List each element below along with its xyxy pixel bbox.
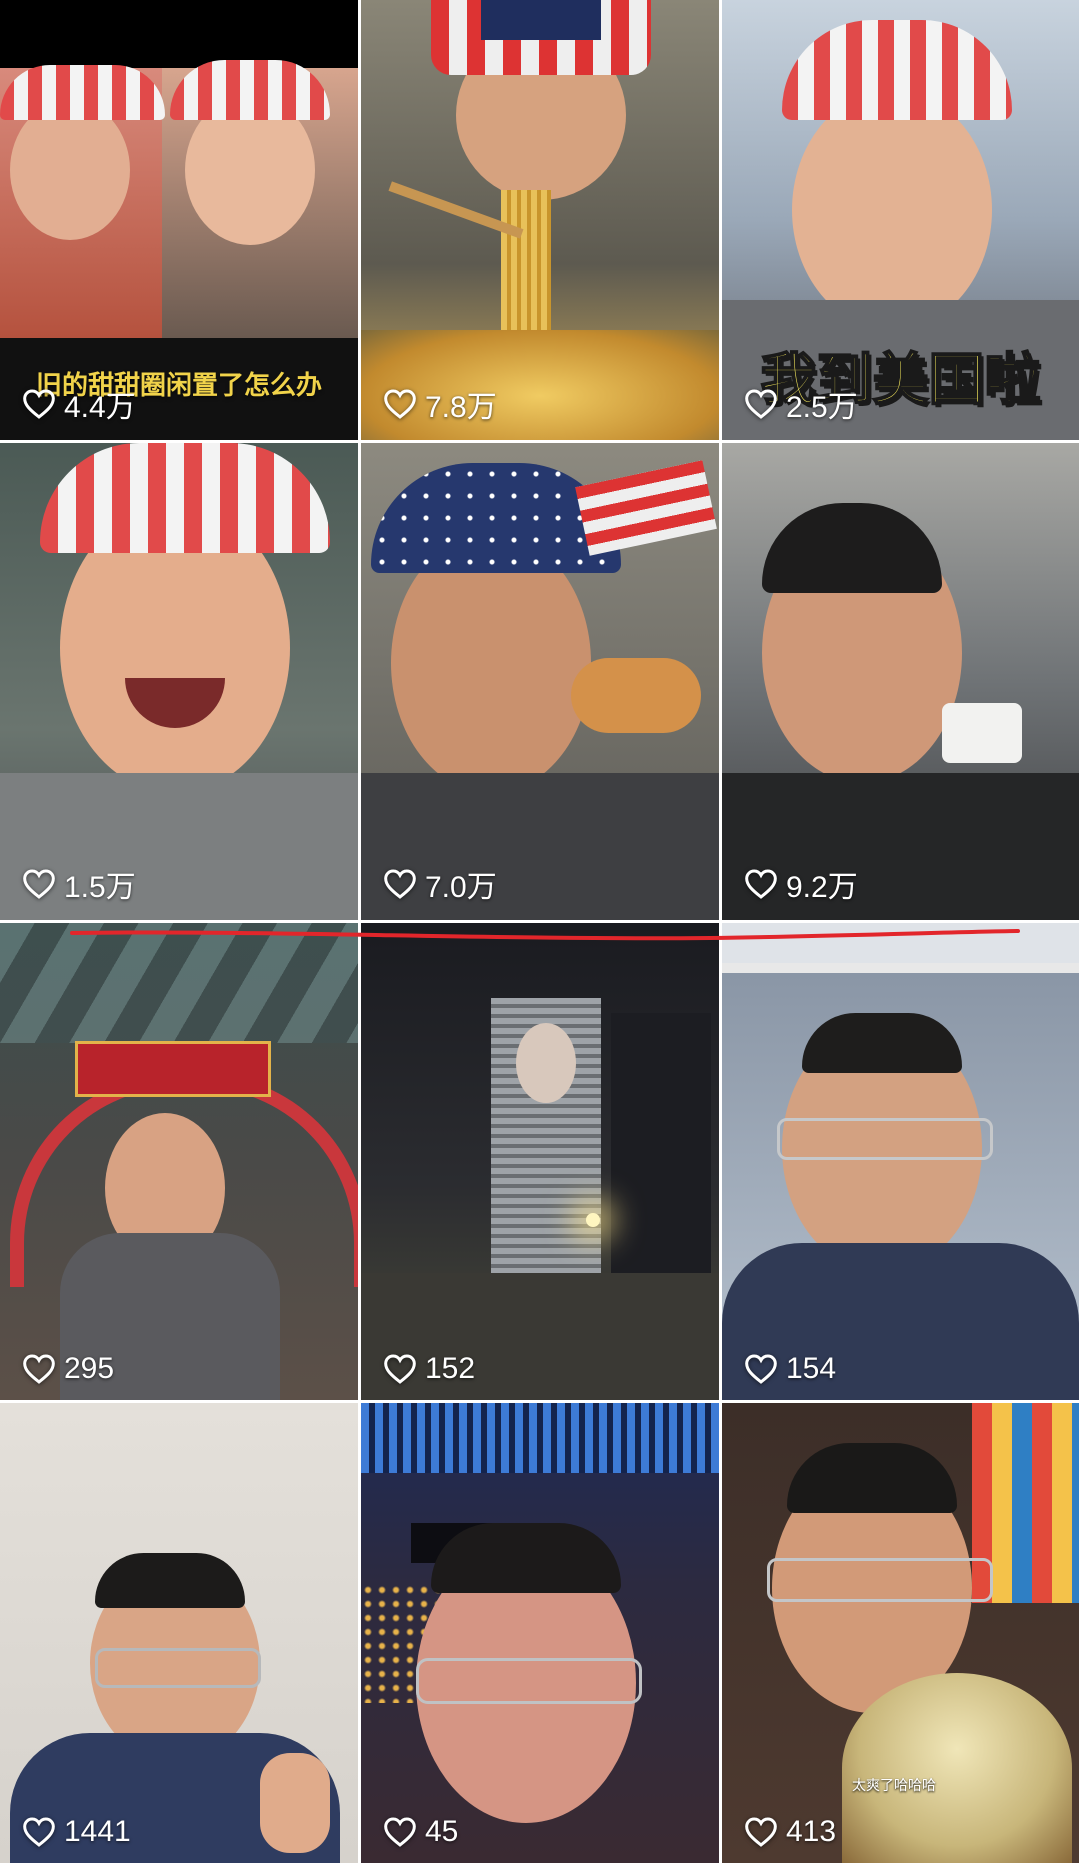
video-thumbnail [0, 443, 358, 920]
like-count-text: 7.0万 [425, 871, 497, 904]
like-count: 2.5万 [744, 382, 858, 426]
red-annotation-line [70, 929, 1020, 941]
heart-outline-icon [384, 1354, 416, 1384]
like-count-text: 1441 [64, 1815, 131, 1848]
video-tile-10[interactable]: 1441 [0, 1403, 358, 1863]
like-count-text: 154 [786, 1352, 837, 1385]
video-tile-5[interactable]: 7.0万 [361, 443, 719, 920]
heart-outline-icon [384, 869, 416, 899]
like-count: 1.5万 [22, 862, 136, 906]
like-count-text: 7.8万 [425, 391, 497, 424]
like-count: 295 [22, 1352, 114, 1386]
video-thumbnail [0, 1403, 358, 1863]
heart-outline-icon [745, 869, 777, 899]
video-tile-9[interactable]: 154 [722, 923, 1079, 1400]
video-thumbnail [361, 0, 719, 440]
like-count: 154 [744, 1352, 836, 1386]
video-thumbnail [722, 923, 1079, 1400]
video-thumbnail [361, 923, 719, 1400]
heart-outline-icon [384, 389, 416, 419]
like-count: 413 [744, 1815, 836, 1849]
like-count-text: 9.2万 [786, 871, 858, 904]
video-tile-11[interactable]: 45 [361, 1403, 719, 1863]
like-count-text: 413 [786, 1815, 837, 1848]
like-count-text: 295 [64, 1352, 115, 1385]
heart-outline-icon [23, 869, 55, 899]
like-count-text: 4.4万 [64, 391, 136, 424]
video-thumbnail [361, 1403, 719, 1863]
like-count: 4.4万 [22, 382, 136, 426]
like-count: 1441 [22, 1815, 131, 1849]
heart-outline-icon [745, 389, 777, 419]
video-tile-12[interactable]: 太爽了哈哈哈 413 [722, 1403, 1079, 1863]
like-count: 152 [383, 1352, 475, 1386]
heart-outline-icon [384, 1817, 416, 1847]
heart-outline-icon [23, 1817, 55, 1847]
like-count: 45 [383, 1815, 458, 1849]
heart-outline-icon [745, 1354, 777, 1384]
heart-outline-icon [745, 1817, 777, 1847]
video-thumbnail [361, 443, 719, 920]
video-subtitle: 太爽了哈哈哈 [852, 1778, 936, 1794]
like-count-text: 1.5万 [64, 871, 136, 904]
video-tile-6[interactable]: 9.2万 [722, 443, 1079, 920]
like-count-text: 45 [425, 1815, 459, 1848]
video-thumbnail [722, 443, 1079, 920]
video-tile-8[interactable]: 152 [361, 923, 719, 1400]
like-count-text: 152 [425, 1352, 476, 1385]
video-tile-7[interactable]: 295 [0, 923, 358, 1400]
heart-outline-icon [23, 1354, 55, 1384]
like-count: 7.0万 [383, 862, 497, 906]
video-tile-4[interactable]: 1.5万 [0, 443, 358, 920]
video-tile-2[interactable]: 7.8万 [361, 0, 719, 440]
like-count: 7.8万 [383, 382, 497, 426]
video-thumbnail [0, 923, 358, 1400]
video-tile-3[interactable]: 我到美国啦 2.5万 [722, 0, 1079, 440]
like-count-text: 2.5万 [786, 391, 858, 424]
like-count: 9.2万 [744, 862, 858, 906]
video-grid: 旧的甜甜圈闲置了怎么办 4.4万 7.8万 我到美国啦 2.5万 1.5万 7.… [0, 0, 1079, 1863]
heart-outline-icon [23, 389, 55, 419]
video-tile-1[interactable]: 旧的甜甜圈闲置了怎么办 4.4万 [0, 0, 358, 440]
